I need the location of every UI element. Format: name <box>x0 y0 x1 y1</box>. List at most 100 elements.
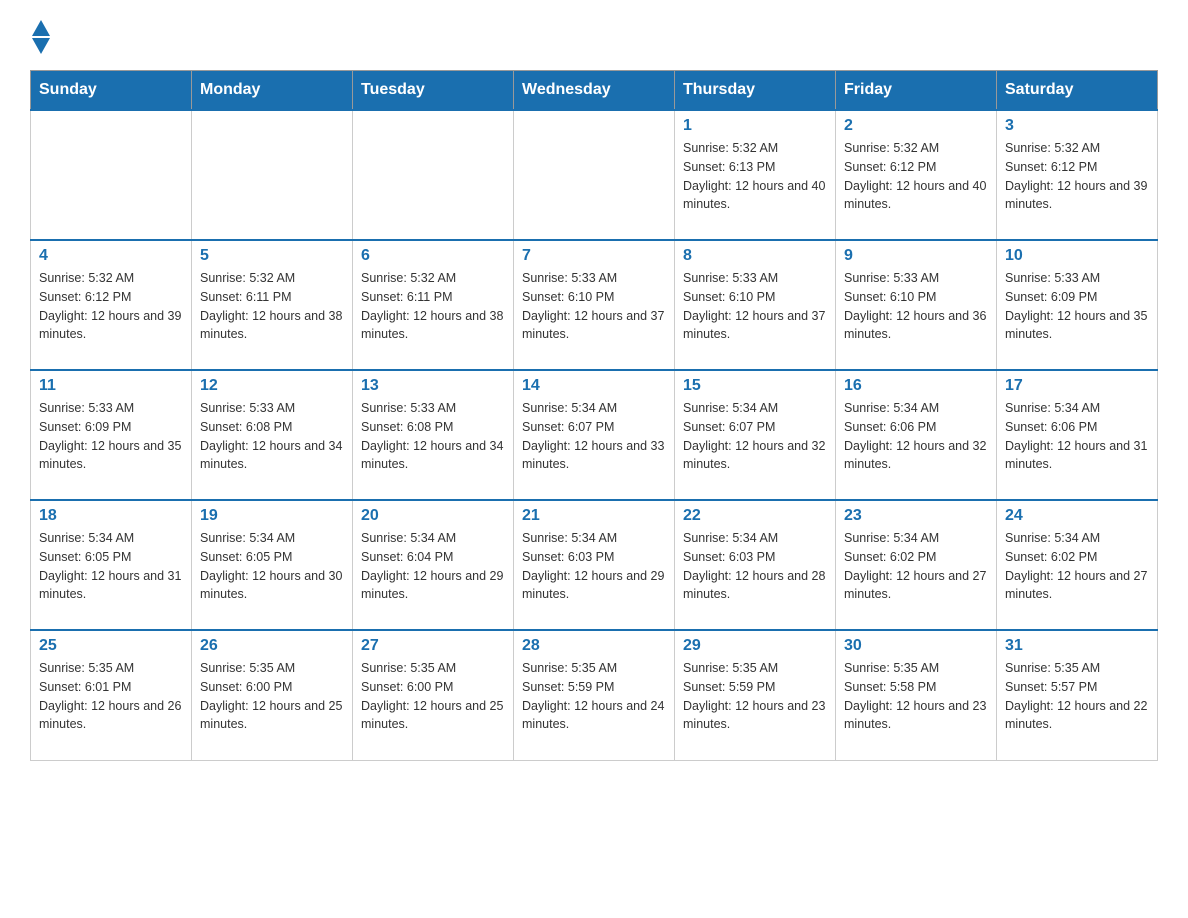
day-number: 16 <box>844 377 988 395</box>
day-header-monday: Monday <box>192 71 353 111</box>
day-number: 29 <box>683 637 827 655</box>
calendar-cell <box>192 110 353 240</box>
day-info: Sunrise: 5:34 AMSunset: 6:02 PMDaylight:… <box>1005 529 1149 604</box>
day-info: Sunrise: 5:33 AMSunset: 6:09 PMDaylight:… <box>39 399 183 474</box>
calendar-cell: 21 Sunrise: 5:34 AMSunset: 6:03 PMDayligh… <box>514 500 675 630</box>
calendar-cell <box>31 110 192 240</box>
calendar-cell: 18Sunrise: 5:34 AMSunset: 6:05 PMDayligh… <box>31 500 192 630</box>
calendar-cell: 1Sunrise: 5:32 AMSunset: 6:13 PMDaylight… <box>675 110 836 240</box>
day-number: 14 <box>522 377 666 395</box>
day-number: 13 <box>361 377 505 395</box>
day-header-row: SundayMondayTuesdayWednesdayThursdayFrid… <box>31 71 1158 111</box>
day-info: Sunrise: 5:33 AMSunset: 6:08 PMDaylight:… <box>200 399 344 474</box>
day-info: Sunrise: 5:35 AMSunset: 5:58 PMDaylight:… <box>844 659 988 734</box>
calendar-cell: 14 Sunrise: 5:34 AMSunset: 6:07 PMDayligh… <box>514 370 675 500</box>
day-number: 7 <box>522 247 666 265</box>
calendar-cell: 17 Sunrise: 5:34 AMSunset: 6:06 PMDayligh… <box>997 370 1158 500</box>
calendar-cell: 23Sunrise: 5:34 AMSunset: 6:02 PMDayligh… <box>836 500 997 630</box>
day-number: 2 <box>844 117 988 135</box>
week-row-1: 1Sunrise: 5:32 AMSunset: 6:13 PMDaylight… <box>31 110 1158 240</box>
calendar-cell: 9 Sunrise: 5:33 AMSunset: 6:10 PMDaylight… <box>836 240 997 370</box>
calendar-cell: 25 Sunrise: 5:35 AMSunset: 6:01 PMDayligh… <box>31 630 192 760</box>
day-number: 27 <box>361 637 505 655</box>
day-info: Sunrise: 5:32 AMSunset: 6:13 PMDaylight:… <box>683 139 827 214</box>
day-number: 8 <box>683 247 827 265</box>
day-info: Sunrise: 5:33 AMSunset: 6:10 PMDaylight:… <box>683 269 827 344</box>
day-info: Sunrise: 5:33 AMSunset: 6:09 PMDaylight:… <box>1005 269 1149 344</box>
day-number: 9 <box>844 247 988 265</box>
calendar-cell: 13 Sunrise: 5:33 AMSunset: 6:08 PMDayligh… <box>353 370 514 500</box>
day-info: Sunrise: 5:35 AMSunset: 5:57 PMDaylight:… <box>1005 659 1149 734</box>
calendar-cell: 11 Sunrise: 5:33 AMSunset: 6:09 PMDayligh… <box>31 370 192 500</box>
calendar-cell: 12 Sunrise: 5:33 AMSunset: 6:08 PMDayligh… <box>192 370 353 500</box>
day-info: Sunrise: 5:34 AMSunset: 6:06 PMDaylight:… <box>1005 399 1149 474</box>
calendar-cell: 31 Sunrise: 5:35 AMSunset: 5:57 PMDayligh… <box>997 630 1158 760</box>
calendar-cell <box>514 110 675 240</box>
day-info: Sunrise: 5:35 AMSunset: 5:59 PMDaylight:… <box>522 659 666 734</box>
day-number: 28 <box>522 637 666 655</box>
day-info: Sunrise: 5:35 AMSunset: 5:59 PMDaylight:… <box>683 659 827 734</box>
day-info: Sunrise: 5:35 AMSunset: 6:01 PMDaylight:… <box>39 659 183 734</box>
day-number: 31 <box>1005 637 1149 655</box>
day-info: Sunrise: 5:32 AMSunset: 6:11 PMDaylight:… <box>200 269 344 344</box>
day-number: 30 <box>844 637 988 655</box>
day-number: 24 <box>1005 507 1149 525</box>
day-info: Sunrise: 5:34 AMSunset: 6:03 PMDaylight:… <box>522 529 666 604</box>
calendar-cell: 16 Sunrise: 5:34 AMSunset: 6:06 PMDayligh… <box>836 370 997 500</box>
calendar-cell: 3Sunrise: 5:32 AMSunset: 6:12 PMDaylight… <box>997 110 1158 240</box>
week-row-5: 25 Sunrise: 5:35 AMSunset: 6:01 PMDayligh… <box>31 630 1158 760</box>
day-number: 21 <box>522 507 666 525</box>
day-number: 11 <box>39 377 183 395</box>
day-number: 26 <box>200 637 344 655</box>
calendar-cell: 15 Sunrise: 5:34 AMSunset: 6:07 PMDayligh… <box>675 370 836 500</box>
day-info: Sunrise: 5:33 AMSunset: 6:10 PMDaylight:… <box>844 269 988 344</box>
day-info: Sunrise: 5:34 AMSunset: 6:06 PMDaylight:… <box>844 399 988 474</box>
day-number: 6 <box>361 247 505 265</box>
day-info: Sunrise: 5:34 AMSunset: 6:03 PMDaylight:… <box>683 529 827 604</box>
page-header <box>30 20 1158 50</box>
day-header-friday: Friday <box>836 71 997 111</box>
calendar-cell: 24 Sunrise: 5:34 AMSunset: 6:02 PMDayligh… <box>997 500 1158 630</box>
calendar-cell: 29 Sunrise: 5:35 AMSunset: 5:59 PMDayligh… <box>675 630 836 760</box>
day-number: 25 <box>39 637 183 655</box>
day-info: Sunrise: 5:32 AMSunset: 6:12 PMDaylight:… <box>39 269 183 344</box>
day-number: 4 <box>39 247 183 265</box>
week-row-4: 18 Sunrise: 5:34 AMSunset: 6:05 PMDayligh… <box>31 500 1158 630</box>
week-row-3: 11 Sunrise: 5:33 AMSunset: 6:09 PMDayligh… <box>31 370 1158 500</box>
calendar-cell: 2Sunrise: 5:32 AMSunset: 6:12 PMDaylight… <box>836 110 997 240</box>
calendar-cell: 7Sunrise: 5:33 AMSunset: 6:10 PMDaylight… <box>514 240 675 370</box>
day-number: 17 <box>1005 377 1149 395</box>
calendar-cell: 20 Sunrise: 5:34 AMSunset: 6:04 PMDayligh… <box>353 500 514 630</box>
day-number: 10 <box>1005 247 1149 265</box>
day-header-wednesday: Wednesday <box>514 71 675 111</box>
day-info: Sunrise: 5:34 AMSunset: 6:07 PMDaylight:… <box>683 399 827 474</box>
day-number: 15 <box>683 377 827 395</box>
day-number: 20 <box>361 507 505 525</box>
week-row-2: 4 Sunrise: 5:32 AMSunset: 6:12 PMDaylight… <box>31 240 1158 370</box>
day-number: 18 <box>39 507 183 525</box>
calendar-cell: 26Sunrise: 5:35 AMSunset: 6:00 PMDayligh… <box>192 630 353 760</box>
calendar-cell: 27 Sunrise: 5:35 AMSunset: 6:00 PMDayligh… <box>353 630 514 760</box>
calendar-cell: 28 Sunrise: 5:35 AMSunset: 5:59 PMDayligh… <box>514 630 675 760</box>
calendar-cell: 5Sunrise: 5:32 AMSunset: 6:11 PMDaylight… <box>192 240 353 370</box>
calendar-cell: 4 Sunrise: 5:32 AMSunset: 6:12 PMDaylight… <box>31 240 192 370</box>
day-header-tuesday: Tuesday <box>353 71 514 111</box>
day-number: 19 <box>200 507 344 525</box>
day-info: Sunrise: 5:34 AMSunset: 6:05 PMDaylight:… <box>200 529 344 604</box>
calendar-cell <box>353 110 514 240</box>
day-info: Sunrise: 5:34 AMSunset: 6:02 PMDaylight:… <box>844 529 988 604</box>
day-info: Sunrise: 5:33 AMSunset: 6:08 PMDaylight:… <box>361 399 505 474</box>
day-info: Sunrise: 5:34 AMSunset: 6:07 PMDaylight:… <box>522 399 666 474</box>
day-info: Sunrise: 5:35 AMSunset: 6:00 PMDaylight:… <box>361 659 505 734</box>
day-header-sunday: Sunday <box>31 71 192 111</box>
calendar-cell: 19 Sunrise: 5:34 AMSunset: 6:05 PMDayligh… <box>192 500 353 630</box>
calendar-table: SundayMondayTuesdayWednesdayThursdayFrid… <box>30 70 1158 761</box>
day-info: Sunrise: 5:32 AMSunset: 6:11 PMDaylight:… <box>361 269 505 344</box>
day-header-thursday: Thursday <box>675 71 836 111</box>
day-info: Sunrise: 5:34 AMSunset: 6:04 PMDaylight:… <box>361 529 505 604</box>
calendar-cell: 22Sunrise: 5:34 AMSunset: 6:03 PMDayligh… <box>675 500 836 630</box>
logo <box>30 20 50 50</box>
day-header-saturday: Saturday <box>997 71 1158 111</box>
day-number: 3 <box>1005 117 1149 135</box>
day-number: 12 <box>200 377 344 395</box>
